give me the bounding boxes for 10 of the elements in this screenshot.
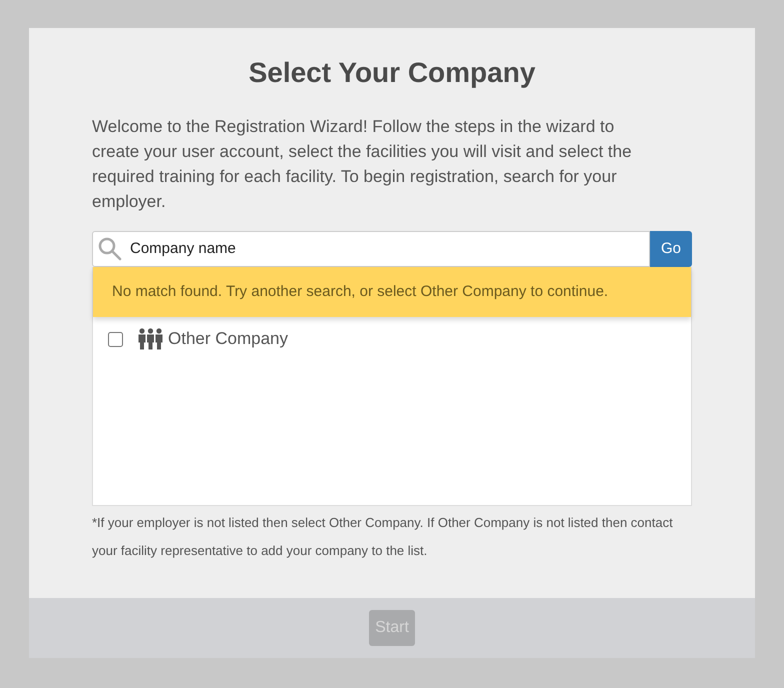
go-button[interactable]: Go bbox=[650, 231, 692, 267]
note-text: *If your employer is not listed then select Other Company. If Other Company is not listed then contact your facility representative to add your company to the list. bbox=[92, 514, 674, 560]
people-icon bbox=[138, 328, 163, 350]
page-title: Select Your Company bbox=[248, 56, 536, 90]
company-name[interactable]: Other Company bbox=[168, 326, 288, 352]
intro-text: Welcome to the Registration Wizard! Follow the steps in the wizard to create your user account, select the facilities you will visit and select the required training for each facility. To begin registration, search for your employer. bbox=[92, 116, 633, 213]
search-field[interactable]: Company name bbox=[92, 231, 650, 267]
search-icon bbox=[98, 237, 122, 261]
company-checkbox[interactable] bbox=[108, 332, 123, 346]
alert-banner: No match found. Try another search, or select Other Company to continue. bbox=[93, 267, 691, 317]
